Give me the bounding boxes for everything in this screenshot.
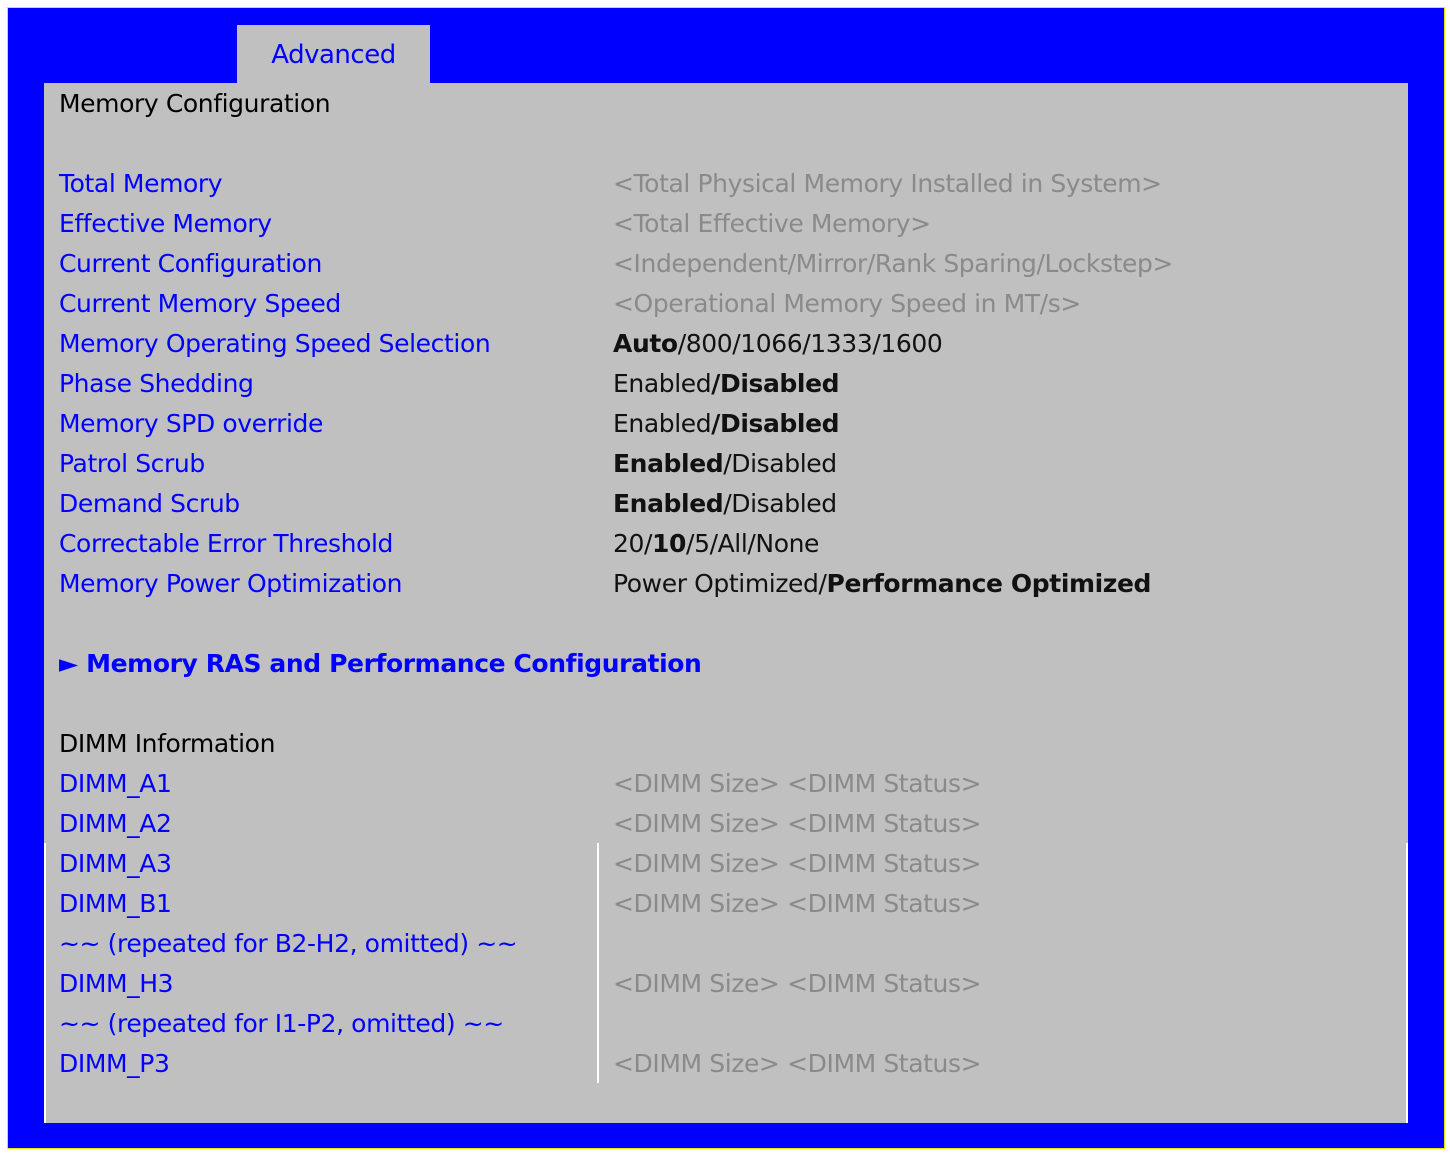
other-options: Enabled bbox=[613, 369, 712, 398]
setting-correctable-error-threshold[interactable]: Correctable Error Threshold bbox=[59, 524, 393, 564]
dimm-h3-value: <DIMM Size> <DIMM Status> bbox=[613, 969, 982, 998]
other-options: /5/All/None bbox=[686, 529, 820, 558]
other-options: /Disabled bbox=[723, 489, 837, 518]
dimm-p3-value: <DIMM Size> <DIMM Status> bbox=[613, 1049, 982, 1078]
panel-right-edge bbox=[1406, 843, 1408, 1123]
dimm-b1[interactable]: DIMM_B1 bbox=[59, 884, 172, 924]
dimm-a2[interactable]: DIMM_A2 bbox=[59, 804, 172, 844]
dimm-b1-value: <DIMM Size> <DIMM Status> bbox=[613, 889, 982, 918]
setting-effective-memory[interactable]: Effective Memory bbox=[59, 204, 272, 244]
setting-patrol-scrub[interactable]: Patrol Scrub bbox=[59, 444, 205, 484]
default-option: /Disabled bbox=[711, 409, 840, 438]
default-option: 10 bbox=[652, 529, 687, 558]
submenu-memory-ras-performance[interactable]: ► Memory RAS and Performance Configurati… bbox=[59, 644, 702, 684]
other-options: 20/ bbox=[613, 529, 653, 558]
dimm-omitted-note: ~~ (repeated for I1-P2, omitted) ~~ bbox=[59, 1009, 504, 1038]
default-option: Performance Optimized bbox=[826, 569, 1152, 598]
setting-phase-shedding-value[interactable]: Enabled/Disabled bbox=[613, 364, 840, 404]
setting-current-memory-speed-value: <Operational Memory Speed in MT/s> bbox=[613, 289, 1081, 318]
dimm-a1[interactable]: DIMM_A1 bbox=[59, 764, 172, 804]
dimm-a1-value: <DIMM Size> <DIMM Status> bbox=[613, 769, 982, 798]
setting-memory-power-optimization[interactable]: Memory Power Optimization bbox=[59, 564, 402, 604]
setting-total-memory[interactable]: Total Memory bbox=[59, 164, 223, 204]
default-option: Enabled bbox=[613, 489, 724, 518]
default-option: Auto bbox=[613, 329, 678, 358]
panel-left-edge bbox=[44, 843, 46, 1123]
setting-memory-spd-override-value[interactable]: Enabled/Disabled bbox=[613, 404, 840, 444]
setting-correctable-error-threshold-value[interactable]: 20/10/5/All/None bbox=[613, 524, 819, 564]
dimm-a2-value: <DIMM Size> <DIMM Status> bbox=[613, 809, 982, 838]
setting-memory-spd-override[interactable]: Memory SPD override bbox=[59, 404, 323, 444]
setting-demand-scrub[interactable]: Demand Scrub bbox=[59, 484, 240, 524]
dimm-h3[interactable]: DIMM_H3 bbox=[59, 964, 174, 1004]
setting-current-memory-speed[interactable]: Current Memory Speed bbox=[59, 284, 341, 324]
other-options: /800/1066/1333/1600 bbox=[677, 329, 943, 358]
dimm-info-heading: DIMM Information bbox=[59, 729, 276, 758]
setting-effective-memory-value: <Total Effective Memory> bbox=[613, 209, 931, 238]
setting-total-memory-value: <Total Physical Memory Installed in Syst… bbox=[613, 169, 1162, 198]
default-option: /Disabled bbox=[711, 369, 840, 398]
dimm-a3-value: <DIMM Size> <DIMM Status> bbox=[613, 849, 982, 878]
setting-phase-shedding[interactable]: Phase Shedding bbox=[59, 364, 254, 404]
dimm-p3[interactable]: DIMM_P3 bbox=[59, 1044, 170, 1084]
setting-memory-operating-speed-value[interactable]: Auto/800/1066/1333/1600 bbox=[613, 324, 943, 364]
dimm-omitted-note: ~~ (repeated for B2-H2, omitted) ~~ bbox=[59, 929, 518, 958]
setting-demand-scrub-value[interactable]: Enabled/Disabled bbox=[613, 484, 837, 524]
setting-patrol-scrub-value[interactable]: Enabled/Disabled bbox=[613, 444, 837, 484]
column-divider bbox=[597, 843, 599, 1083]
setting-memory-operating-speed[interactable]: Memory Operating Speed Selection bbox=[59, 324, 491, 364]
tab-advanced[interactable]: Advanced bbox=[237, 25, 430, 85]
other-options: Enabled bbox=[613, 409, 712, 438]
other-options: Power Optimized/ bbox=[613, 569, 827, 598]
default-option: Enabled bbox=[613, 449, 724, 478]
setting-current-configuration-value: <Independent/Mirror/Rank Sparing/Lockste… bbox=[613, 249, 1173, 278]
setting-memory-power-optimization-value[interactable]: Power Optimized/Performance Optimized bbox=[613, 564, 1151, 604]
setting-current-configuration[interactable]: Current Configuration bbox=[59, 244, 322, 284]
dimm-a3[interactable]: DIMM_A3 bbox=[59, 844, 172, 884]
page-title: Memory Configuration bbox=[59, 89, 331, 118]
other-options: /Disabled bbox=[723, 449, 837, 478]
